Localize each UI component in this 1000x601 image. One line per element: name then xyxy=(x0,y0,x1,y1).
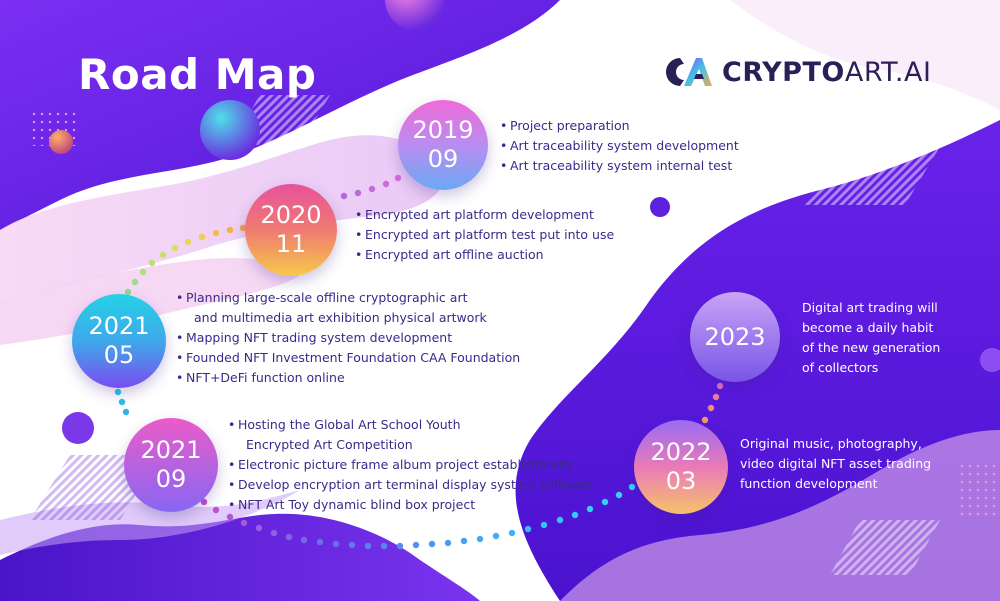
milestone-month: 11 xyxy=(275,230,307,258)
roadmap-canvas: Road Map CRYPTOART.AI 2019 09 Project pr… xyxy=(0,0,1000,601)
milestone-year: 2020 xyxy=(260,201,322,229)
brand-name-rest: ART.AI xyxy=(844,56,932,88)
list-item: Encrypted art offline auction xyxy=(355,245,614,265)
milestone-2021-09-list: Hosting the Global Art School Youth Encr… xyxy=(228,415,593,515)
list-item: Hosting the Global Art School Youth xyxy=(228,415,593,435)
list-item: Encrypted art platform development xyxy=(355,205,614,225)
milestone-2022-03-text: Original music, photography, video digit… xyxy=(740,436,932,491)
list-item: Electronic picture frame album project e… xyxy=(228,455,593,475)
milestone-month: 05 xyxy=(103,341,135,369)
brand-name: CRYPTOART.AI xyxy=(722,57,931,88)
milestone-2021-09-node: 2021 09 xyxy=(124,418,218,512)
list-item: Planning large-scale offline cryptograph… xyxy=(176,288,520,308)
list-item: NFT Art Toy dynamic blind box project xyxy=(228,495,593,515)
milestone-2021-05-node: 2021 05 xyxy=(72,294,166,388)
milestone-2023-node: 2023 xyxy=(690,292,780,382)
list-item-continuation: Encrypted Art Competition xyxy=(246,437,413,452)
list-item: NFT+DeFi function online xyxy=(176,368,520,388)
brand-logo: CRYPTOART.AI xyxy=(660,55,931,89)
milestone-2020-11-node: 2020 11 xyxy=(245,184,337,276)
page-title: Road Map xyxy=(78,50,317,99)
list-item: Encrypted art platform test put into use xyxy=(355,225,614,245)
milestone-month: 03 xyxy=(665,467,697,495)
cryptoart-logo-icon xyxy=(666,58,712,86)
list-item: Develop encryption art terminal display … xyxy=(228,475,593,495)
list-item: Project preparation xyxy=(500,116,739,136)
list-item: Art traceability system internal test xyxy=(500,156,739,176)
milestone-2021-05-list: Planning large-scale offline cryptograph… xyxy=(176,288,520,388)
milestone-year: 2021 xyxy=(140,436,202,464)
milestone-2019-09-list: Project preparation Art traceability sys… xyxy=(500,116,739,176)
list-item: Founded NFT Investment Foundation CAA Fo… xyxy=(176,348,520,368)
brand-name-bold: CRYPTO xyxy=(722,56,845,88)
milestone-2019-09-node: 2019 09 xyxy=(398,100,488,190)
milestone-year: 2019 xyxy=(412,116,474,144)
milestone-2020-11-list: Encrypted art platform development Encry… xyxy=(355,205,614,265)
list-item-continuation: and multimedia art exhibition physical a… xyxy=(194,310,487,325)
milestone-year: 2023 xyxy=(704,322,766,351)
milestone-month: 09 xyxy=(427,145,459,173)
milestone-year: 2022 xyxy=(650,438,712,466)
list-item: Art traceability system development xyxy=(500,136,739,156)
milestone-month: 09 xyxy=(155,465,187,493)
milestone-2022-03-node: 2022 03 xyxy=(634,420,728,514)
milestone-year: 2021 xyxy=(88,312,150,340)
milestone-2023-text: Digital art trading will become a daily … xyxy=(802,300,941,375)
list-item: Mapping NFT trading system development xyxy=(176,328,520,348)
